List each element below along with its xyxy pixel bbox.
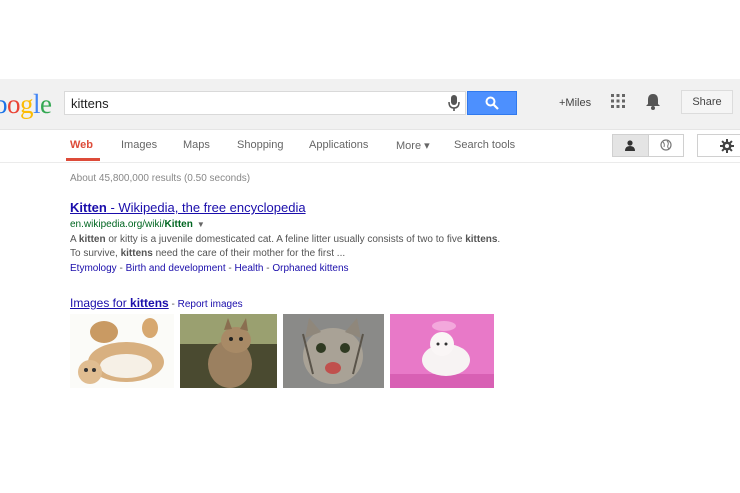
person-icon	[625, 140, 635, 151]
results-personal-toggle	[612, 134, 684, 157]
separator: -	[263, 263, 273, 274]
tab-images[interactable]: Images	[121, 139, 157, 151]
results-stats: About 45,800,000 results (0.50 seconds)	[70, 173, 251, 184]
globe-icon	[660, 139, 672, 151]
logo-letter: g	[20, 89, 34, 119]
search-tools-button[interactable]: Search tools	[454, 139, 515, 151]
sitelink-orphaned-kittens[interactable]: Orphaned kittens	[272, 263, 348, 274]
snippet-keyword: kittens	[465, 234, 498, 245]
images-for-link[interactable]: Images for kittens	[70, 296, 169, 310]
search-icon	[485, 96, 499, 110]
logo-letter: e	[40, 89, 52, 119]
search-input[interactable]	[71, 96, 431, 111]
google-logo[interactable]: oogle	[0, 89, 52, 120]
search-button[interactable]	[467, 91, 517, 115]
tab-applications[interactable]: Applications	[309, 139, 368, 151]
result-title-keyword: Kitten	[70, 200, 107, 215]
tab-shopping[interactable]: Shopping	[237, 139, 284, 151]
image-thumbnail[interactable]	[70, 314, 174, 388]
tab-web[interactable]: Web	[70, 139, 93, 151]
microphone-icon[interactable]	[447, 95, 461, 112]
logo-letter: o	[0, 89, 8, 119]
separator: -	[225, 263, 235, 274]
separator: -	[168, 299, 178, 310]
url-dropdown-arrow-icon[interactable]: ▼	[197, 220, 205, 229]
kitten-photo-icon	[390, 314, 494, 388]
snippet-text: need the care of their mother for the fi…	[152, 248, 346, 259]
images-for-prefix: Images for	[70, 296, 131, 310]
image-thumbnail[interactable]	[180, 314, 277, 388]
active-tab-indicator	[66, 158, 100, 161]
separator: -	[116, 263, 126, 274]
images-for-keyword: kittens	[130, 296, 169, 310]
result-url-prefix: en.wikipedia.org/wiki/	[70, 219, 165, 230]
image-thumbnail[interactable]	[390, 314, 494, 388]
report-images-link[interactable]: Report images	[178, 299, 243, 310]
result-sitelinks: Etymology - Birth and development - Heal…	[70, 263, 349, 274]
logo-letter: l	[33, 89, 41, 119]
tab-more[interactable]: More ▾	[396, 139, 430, 152]
logo-letter: o	[7, 89, 21, 119]
result-url: en.wikipedia.org/wiki/Kitten ▼	[70, 219, 205, 230]
tab-maps[interactable]: Maps	[183, 139, 210, 151]
top-bar: oogle +Miles Share	[0, 79, 740, 130]
notifications-bell-icon[interactable]	[645, 93, 661, 110]
user-profile-link[interactable]: +Miles	[559, 97, 591, 109]
kitten-photo-icon	[283, 314, 384, 388]
sitelink-birth-development[interactable]: Birth and development	[126, 263, 226, 274]
global-results-button[interactable]	[649, 135, 683, 156]
result-snippet: A kitten or kitty is a juvenile domestic…	[70, 233, 510, 261]
result-title-link[interactable]: Kitten - Wikipedia, the free encyclopedi…	[70, 200, 306, 215]
settings-button[interactable]	[697, 134, 740, 157]
personal-results-button[interactable]	[613, 135, 649, 156]
gear-icon	[720, 139, 734, 153]
snippet-keyword: kittens	[120, 248, 153, 259]
snippet-text: or kitty is a juvenile domesticated cat.…	[105, 234, 466, 245]
result-title-text: - Wikipedia, the free encyclopedia	[106, 200, 306, 215]
kitten-photo-icon	[70, 314, 174, 388]
sitelink-etymology[interactable]: Etymology	[70, 263, 117, 274]
search-box[interactable]	[64, 91, 466, 115]
image-thumbnail[interactable]	[283, 314, 384, 388]
snippet-keyword: kitten	[78, 234, 106, 245]
apps-grid-icon[interactable]	[611, 94, 625, 108]
images-header: Images for kittens - Report images	[70, 296, 243, 310]
share-button[interactable]: Share	[681, 90, 733, 114]
snippet-text: A	[70, 234, 79, 245]
sitelink-health[interactable]: Health	[235, 263, 264, 274]
kitten-photo-icon	[180, 314, 277, 388]
result-url-keyword: Kitten	[164, 219, 193, 230]
